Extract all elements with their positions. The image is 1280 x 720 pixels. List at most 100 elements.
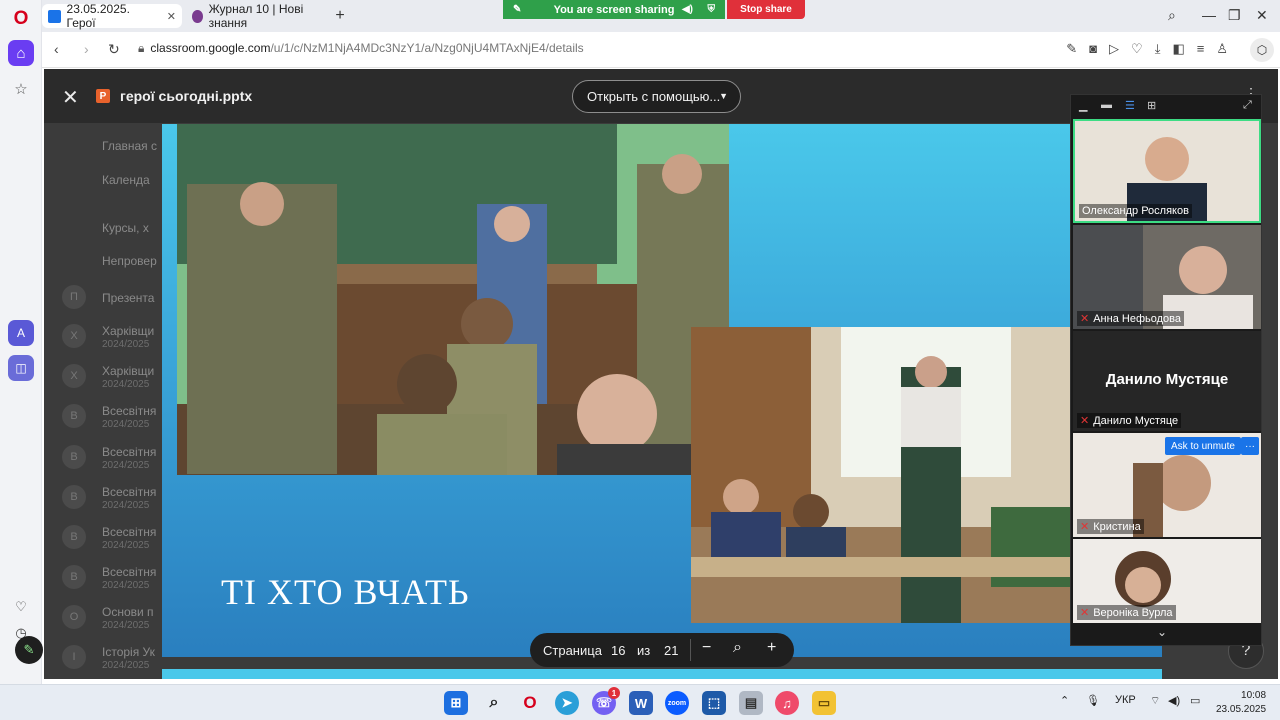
participant-tile[interactable]: Ask to unmute ··· ✕ Кристина xyxy=(1073,433,1261,537)
windows-start-icon[interactable]: ⊞ xyxy=(444,691,468,715)
participant-tile[interactable]: Данило Мустяце ✕ Данило Мустяце xyxy=(1073,331,1261,431)
favorite-icon[interactable]: ♡ xyxy=(1131,41,1143,57)
zoom-in-icon[interactable]: + xyxy=(767,639,776,657)
participant-tile[interactable]: ✕ Вероніка Вурла xyxy=(1073,539,1261,623)
battery-tray-icon[interactable]: ▭ xyxy=(1190,694,1200,707)
heart-icon[interactable]: ♡ xyxy=(8,594,34,620)
page-navigation: Страница 16 из 21 − ⌕ + xyxy=(530,633,794,667)
url-host: classroom.google.com xyxy=(150,41,271,55)
viber-icon[interactable]: ☏ 1 xyxy=(592,687,620,715)
wifi-icon[interactable]: ⌔ xyxy=(1150,694,1160,708)
participant-tile[interactable]: Олександр Росляков xyxy=(1073,119,1261,223)
chevron-down-icon: ▼ xyxy=(719,91,728,101)
participant-name: ✕ Анна Нефьодова xyxy=(1077,311,1184,326)
search-tabs-icon[interactable]: ⌕ xyxy=(1168,7,1176,24)
profile-icon[interactable]: ♙ xyxy=(1216,41,1228,57)
tray-chevron-up-icon[interactable]: ⌃ xyxy=(1060,694,1069,707)
opera-taskbar-icon[interactable]: O xyxy=(518,691,542,715)
journal-favicon-icon xyxy=(192,9,203,23)
open-with-label: Открыть с помощью... xyxy=(587,89,721,104)
url-field[interactable]: 🔒︎ classroom.google.com/u/1/c/NzM1NjA4MDc… xyxy=(138,41,584,56)
notepad-icon[interactable]: ▤ xyxy=(739,691,763,715)
telegram-icon[interactable]: ➤ xyxy=(555,691,579,715)
stop-share-button[interactable]: Stop share xyxy=(727,0,805,19)
gallery-view-icon[interactable]: ⊞ xyxy=(1147,99,1156,112)
home-icon[interactable]: ⌂ xyxy=(8,40,34,66)
aria-app-icon[interactable]: A xyxy=(8,320,34,346)
menu-icon[interactable]: ≡ xyxy=(1197,41,1205,57)
messenger-app-icon[interactable]: ◫ xyxy=(8,355,34,381)
course-avatar: В xyxy=(62,485,86,509)
music-icon[interactable]: ♫ xyxy=(775,691,799,715)
volume-icon[interactable]: ◀) xyxy=(1168,694,1180,707)
course-avatar: Х xyxy=(62,324,86,348)
participant-name-text: Анна Нефьодова xyxy=(1093,313,1181,325)
course-year: 2024/2025 xyxy=(102,419,150,430)
current-page-input[interactable]: 16 xyxy=(611,643,625,658)
windows-taskbar: ⊞ ⌕ O ➤ ☏ 1 W zoom ⬚ ▤ ♫ ▭ ⌃ 🎙︎ УКР ⌔ ◀) … xyxy=(0,684,1280,720)
zoom-magnifier-icon[interactable]: ⌕ xyxy=(733,639,742,657)
toolbar-icons: ✎ ◙ ▷ ♡ ⤓ ◧ ≡ ♙ xyxy=(1066,41,1228,57)
course-avatar: В xyxy=(62,404,86,428)
presentation-slide: ТІ ХТО ВЧАТЬ xyxy=(162,124,1162,657)
screen-sharing-banner: ✎ You are screen sharing ◀) ⛨ xyxy=(503,0,725,19)
edit-icon[interactable]: ✎ xyxy=(1066,41,1077,57)
tab-classroom[interactable]: 23.05.2025. Герої ✕ xyxy=(42,2,182,30)
participant-tile[interactable]: ✕ Анна Нефьодова xyxy=(1073,225,1261,329)
participant-name-text: Кристина xyxy=(1093,521,1141,533)
zoom-out-icon[interactable]: − xyxy=(702,639,711,657)
url-path: /u/1/c/NzM1NjA4MDc3NzY1/a/Nzg0NjU4MTAxNj… xyxy=(270,41,584,55)
tab-journal[interactable]: Журнал 10 | Нові знання xyxy=(186,2,326,30)
address-bar: ‹ › ↻ 🔒︎ classroom.google.com/u/1/c/NzM1N… xyxy=(42,32,1280,68)
minimize-view-icon[interactable]: ▁ xyxy=(1079,99,1087,112)
pen-icon[interactable]: ✎ xyxy=(513,4,521,15)
course-year: 2024/2025 xyxy=(102,500,150,511)
word-icon[interactable]: W xyxy=(629,691,653,715)
page-label: Страница xyxy=(543,643,602,658)
microphone-icon[interactable]: 🎙︎ xyxy=(1086,694,1100,707)
close-window-icon[interactable]: ✕ xyxy=(1256,7,1268,24)
open-with-button[interactable]: Открыть с помощью... ▼ xyxy=(572,80,741,113)
ask-to-unmute-button[interactable]: Ask to unmute xyxy=(1165,437,1241,455)
search-icon[interactable]: ⌕ xyxy=(482,691,506,715)
participant-name: ✕ Вероніка Вурла xyxy=(1077,605,1176,620)
opera-logo-icon[interactable]: O xyxy=(8,6,34,32)
tab-close-icon[interactable]: ✕ xyxy=(167,10,176,23)
zoom-app-icon[interactable]: zoom xyxy=(665,691,689,715)
battery-icon[interactable]: ◧ xyxy=(1172,41,1184,57)
back-icon[interactable]: ‹ xyxy=(54,41,59,57)
new-tab-button[interactable]: + xyxy=(330,6,350,26)
next-slide-edge xyxy=(162,669,1162,679)
zoom-view-controls: ▁ ▬ ☰ ⊞ ⤢ xyxy=(1071,95,1261,117)
restore-icon[interactable]: ❐ xyxy=(1228,7,1241,24)
more-options-button[interactable]: ··· xyxy=(1241,437,1259,455)
bg-nav-item: Курсы, х xyxy=(102,221,149,235)
language-indicator[interactable]: УКР xyxy=(1115,694,1136,706)
annotate-pen-icon[interactable]: ✎ xyxy=(15,636,43,664)
hide-video-icon[interactable]: ▬ xyxy=(1101,99,1112,111)
course-year: 2024/2025 xyxy=(102,620,150,631)
expand-icon[interactable]: ⤢ xyxy=(1243,99,1252,112)
audio-icon[interactable]: ◀) xyxy=(682,4,693,15)
download-icon[interactable]: ⤓ xyxy=(1155,41,1161,57)
camera-icon[interactable]: ◙ xyxy=(1089,41,1097,57)
course-name: Всесвітня xyxy=(102,404,157,418)
speaker-view-icon[interactable]: ☰ xyxy=(1125,99,1135,112)
reload-icon[interactable]: ↻ xyxy=(108,41,120,58)
bg-nav-item: Непровер xyxy=(102,254,157,268)
course-avatar: І xyxy=(62,645,86,669)
extensions-icon[interactable]: ⬡ xyxy=(1250,38,1274,62)
chevron-down-icon[interactable]: ⌄ xyxy=(1157,625,1167,639)
classroom-sidebar-dimmed: Главная с Календа Курсы, х Непровер П Пр… xyxy=(44,124,164,679)
file-explorer-icon[interactable]: ▭ xyxy=(812,691,836,715)
tab-label: Журнал 10 | Нові знання xyxy=(208,2,304,30)
whiteboard-icon[interactable]: ⬚ xyxy=(702,691,726,715)
send-icon[interactable]: ▷ xyxy=(1109,41,1119,57)
star-icon[interactable]: ☆ xyxy=(8,76,34,102)
muted-mic-icon: ✕ xyxy=(1080,521,1090,533)
minimize-icon[interactable]: — xyxy=(1202,7,1216,23)
course-name: Всесвітня xyxy=(102,445,157,459)
close-preview-icon[interactable]: ✕ xyxy=(62,85,79,110)
system-clock[interactable]: 10:08 23.05.2025 xyxy=(1216,689,1266,717)
forward-icon[interactable]: › xyxy=(84,41,89,57)
